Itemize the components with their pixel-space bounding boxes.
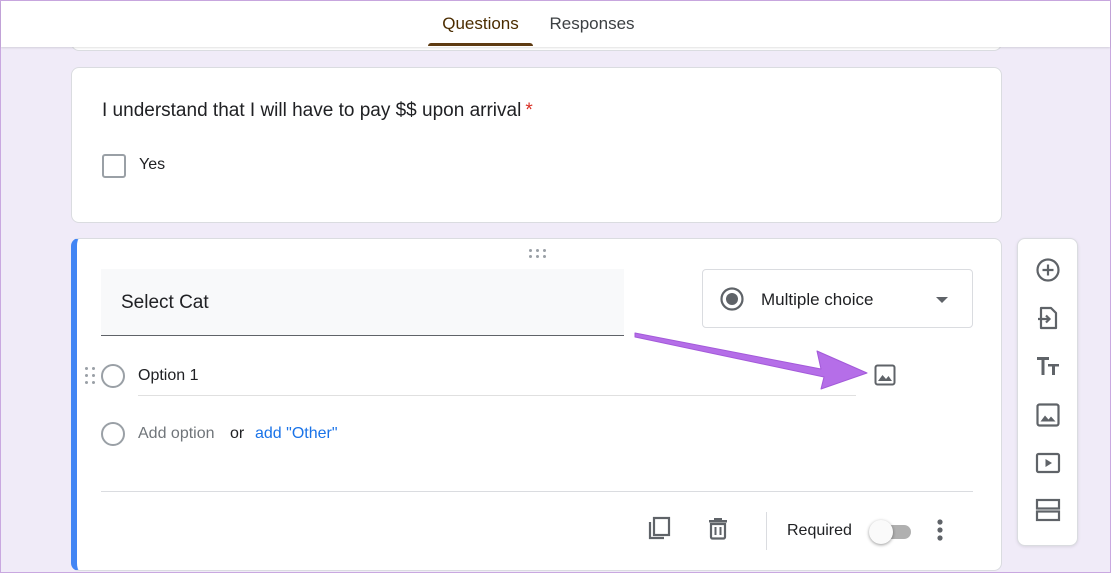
required-asterisk: * (525, 100, 533, 121)
tab-questions[interactable]: Questions (428, 1, 533, 47)
radio-button-icon (720, 287, 744, 311)
checkbox-yes[interactable] (102, 154, 126, 178)
side-toolbar (1017, 238, 1078, 546)
card-drag-handle-icon[interactable] (529, 249, 549, 259)
add-section-icon[interactable] (1035, 497, 1061, 523)
question-type-dropdown[interactable]: Multiple choice (702, 269, 973, 328)
image-icon[interactable] (873, 363, 897, 387)
question-title-input[interactable]: Select Cat (101, 269, 624, 336)
copy-icon[interactable] (646, 515, 672, 541)
required-toggle[interactable] (869, 519, 915, 544)
required-label: Required (787, 522, 852, 539)
or-text: or (230, 425, 245, 442)
footer-separator (766, 512, 767, 550)
active-tab-indicator (428, 43, 533, 46)
add-option-radio (101, 422, 125, 446)
add-title-icon[interactable] (1035, 353, 1061, 379)
checkbox-label-yes: Yes (139, 156, 166, 173)
option-radio (101, 364, 125, 388)
option-underline (138, 395, 856, 396)
question-title-text: I understand that I will have to pay $$ … (102, 100, 522, 121)
toggle-knob (869, 520, 893, 544)
add-video-icon[interactable] (1035, 450, 1061, 476)
option-drag-handle-icon[interactable] (85, 367, 97, 387)
add-image-icon[interactable] (1035, 402, 1061, 428)
more-vert-icon[interactable] (935, 517, 945, 543)
add-other-link[interactable]: add "Other" (255, 425, 338, 443)
add-question-icon[interactable] (1035, 257, 1061, 283)
question-title: I understand that I will have to pay $$ … (102, 100, 533, 122)
trash-icon[interactable] (705, 515, 731, 541)
chevron-down-icon (936, 297, 948, 303)
question-card-arrival-payment[interactable]: I understand that I will have to pay $$ … (71, 67, 1002, 223)
import-questions-icon[interactable] (1035, 305, 1061, 331)
question-card-select-cat[interactable]: Select Cat Multiple choice Option 1 Add … (71, 238, 1002, 571)
top-tab-bar: Questions Responses (1, 1, 1110, 47)
question-type-label: Multiple choice (761, 290, 874, 309)
option-1-input[interactable]: Option 1 (138, 367, 198, 385)
add-option-link[interactable]: Add option (138, 425, 215, 443)
tab-responses[interactable]: Responses (541, 1, 643, 47)
footer-divider (101, 491, 973, 492)
